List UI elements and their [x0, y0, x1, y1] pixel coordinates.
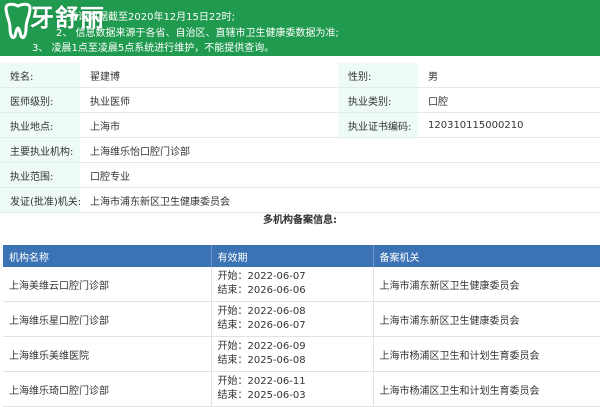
info-row-institution: 主要执业机构: 上海维乐怡口腔门诊部 [0, 137, 600, 163]
notice-line-3: 3、 凌晨1点至凌晨5点系统进行维护，不能提供查询。 [32, 43, 275, 54]
gender-label: 性别: [338, 63, 418, 88]
info-row-location: 执业地点: 上海市 执业证书编码: 120310115000210 [0, 112, 600, 138]
institution-value: 上海维乐怡口腔门诊部 [80, 137, 600, 163]
multi-institution-table: 机构名称 有效期 备案机关 上海美维云口腔门诊部 开始：2022-06-07 结束… [3, 245, 600, 407]
table-row: 上海维乐美维医院 开始：2022-06-09 结束：2025-06-08 上海市杨… [3, 336, 600, 372]
scope-value: 口腔专业 [80, 162, 600, 188]
name-value: 翟建博 [80, 63, 338, 88]
info-row-authority: 发证(批准)机关: 上海市浦东新区卫生健康委员会 [0, 187, 600, 213]
validity-cell: 开始：2022-06-11 结束：2025-06-03 [211, 371, 374, 407]
info-row-name: 姓名: 翟建博 性别: 男 [0, 63, 600, 88]
validity-start: 开始：2022-06-07 [217, 271, 306, 282]
header-institution-name: 机构名称 [3, 245, 212, 267]
multi-institution-title: 多机构备案信息: [263, 215, 337, 226]
institution-name-cell: 上海维乐美维医院 [3, 336, 212, 372]
institution-name-cell: 上海维乐星口腔门诊部 [3, 301, 212, 337]
notice-line-1: 查询数据截至2020年12月15日22时; [68, 12, 235, 23]
name-label: 姓名: [0, 63, 80, 88]
category-value: 口腔 [418, 87, 600, 113]
validity-end: 结束：2026-06-07 [217, 320, 306, 331]
validity-start: 开始：2022-06-09 [217, 341, 306, 352]
validity-end: 结束：2025-06-08 [217, 355, 306, 366]
doctor-info-panel: 姓名: 翟建博 性别: 男 医师级别: 执业医师 执业类别: 口腔 执业地点: … [0, 63, 600, 213]
validity-end: 结束：2025-06-03 [217, 390, 306, 401]
level-label: 医师级别: [0, 87, 80, 113]
institution-label: 主要执业机构: [0, 137, 80, 163]
authority-cell: 上海市浦东新区卫生健康委员会 [373, 267, 600, 302]
doctor-info-table: 姓名: 翟建博 性别: 男 医师级别: 执业医师 执业类别: 口腔 执业地点: … [0, 63, 600, 213]
header-authority: 备案机关 [373, 245, 600, 267]
location-value: 上海市 [80, 112, 338, 138]
validity-end: 结束：2026-06-06 [217, 285, 306, 296]
authority-value: 上海市浦东新区卫生健康委员会 [80, 187, 600, 213]
validity-start: 开始：2022-06-08 [217, 306, 306, 317]
notice-line-2: 2、 信息数据来源于各省、自治区、直辖市卫生健康委数据为准; [56, 28, 339, 39]
location-label: 执业地点: [0, 112, 80, 138]
info-row-level: 医师级别: 执业医师 执业类别: 口腔 [0, 87, 600, 113]
table-row: 上海维乐星口腔门诊部 开始：2022-06-08 结束：2026-06-07 上海… [3, 301, 600, 337]
table-row: 上海美维云口腔门诊部 开始：2022-06-07 结束：2026-06-06 上海… [3, 267, 600, 302]
notice-banner: 牙舒丽 查询数据截至2020年12月15日22时; 2、 信息数据来源于各省、自… [0, 0, 600, 56]
scope-label: 执业范围: [0, 162, 80, 188]
table-header-row: 机构名称 有效期 备案机关 [3, 245, 600, 267]
validity-cell: 开始：2022-06-09 结束：2025-06-08 [211, 336, 374, 372]
multi-institution-panel: 机构名称 有效期 备案机关 上海美维云口腔门诊部 开始：2022-06-07 结束… [3, 245, 600, 407]
gender-value: 男 [418, 63, 600, 88]
authority-cell: 上海市杨浦区卫生和计划生育委员会 [373, 371, 600, 407]
category-label: 执业类别: [338, 87, 418, 113]
certificate-label: 执业证书编码: [338, 112, 418, 138]
authority-label: 发证(批准)机关: [0, 187, 80, 213]
validity-cell: 开始：2022-06-07 结束：2026-06-06 [211, 267, 374, 302]
info-row-scope: 执业范围: 口腔专业 [0, 162, 600, 188]
authority-cell: 上海市浦东新区卫生健康委员会 [373, 301, 600, 337]
table-row: 上海维乐琦口腔门诊部 开始：2022-06-11 结束：2025-06-03 上海… [3, 371, 600, 407]
validity-start: 开始：2022-06-11 [217, 376, 306, 387]
header-validity: 有效期 [211, 245, 374, 267]
institution-name-cell: 上海维乐琦口腔门诊部 [3, 371, 212, 407]
authority-cell: 上海市杨浦区卫生和计划生育委员会 [373, 336, 600, 372]
validity-cell: 开始：2022-06-08 结束：2026-06-07 [211, 301, 374, 337]
level-value: 执业医师 [80, 87, 338, 113]
institution-name-cell: 上海美维云口腔门诊部 [3, 267, 212, 302]
certificate-value: 120310115000210 [418, 112, 600, 138]
